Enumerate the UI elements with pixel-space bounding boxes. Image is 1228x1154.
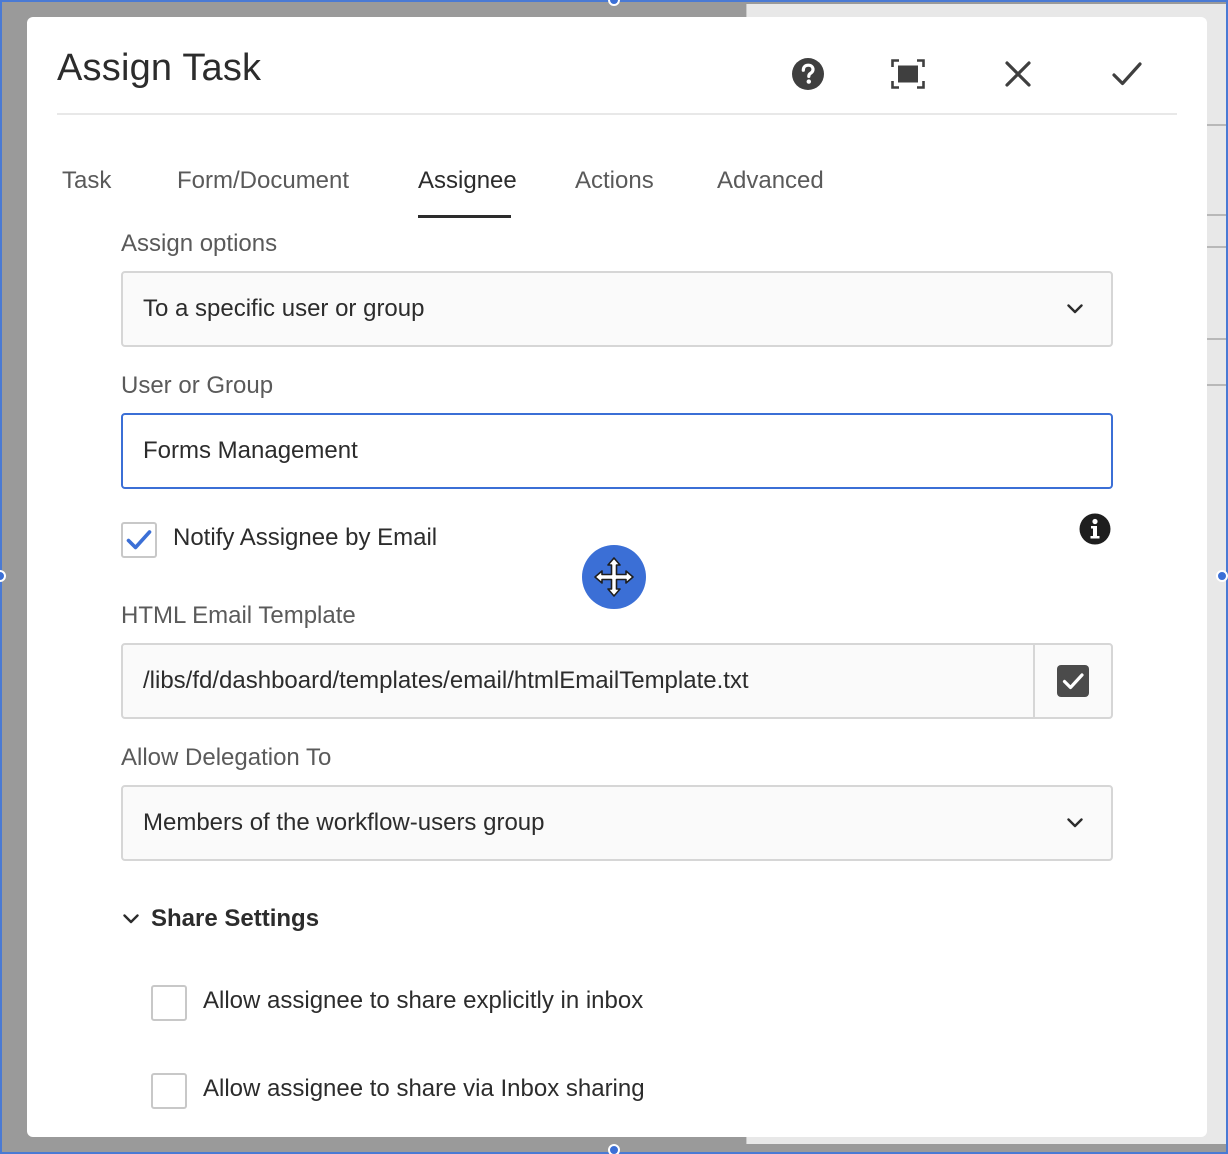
share-inbox-sharing-label: Allow assignee to share via Inbox sharin… [203, 1075, 645, 1102]
resize-handle-right[interactable] [1216, 570, 1228, 582]
fullscreen-icon [891, 59, 925, 89]
help-icon [792, 58, 824, 90]
move-arrows-icon [594, 557, 634, 597]
user-or-group-input[interactable]: Forms Management [121, 413, 1113, 489]
fullscreen-button[interactable] [885, 51, 931, 97]
tab-actions[interactable]: Actions [575, 167, 654, 195]
notify-email-checkbox[interactable] [121, 522, 157, 558]
chevron-down-icon [123, 914, 139, 924]
email-template-value: /libs/fd/dashboard/templates/email/htmlE… [143, 667, 749, 694]
tab-advanced[interactable]: Advanced [717, 167, 824, 195]
share-settings-toggle[interactable]: Share Settings [123, 905, 319, 933]
tab-task[interactable]: Task [62, 167, 111, 195]
share-explicit-label: Allow assignee to share explicitly in in… [203, 987, 644, 1014]
select-check-icon [1057, 665, 1089, 697]
user-or-group-value: Forms Management [143, 437, 358, 464]
header-divider [57, 113, 1177, 115]
assign-options-value: To a specific user or group [143, 295, 425, 322]
share-explicit-checkbox[interactable] [151, 985, 187, 1021]
close-button[interactable] [995, 51, 1041, 97]
checkmark-icon [126, 530, 152, 550]
notify-email-label: Notify Assignee by Email [173, 524, 438, 551]
delegation-select[interactable]: Members of the workflow-users group [121, 785, 1113, 861]
assign-task-dialog: Assign Task Task Form/Document Assignee … [27, 17, 1207, 1137]
active-tab-indicator [418, 215, 511, 218]
resize-handle-bottom[interactable] [608, 1144, 620, 1154]
chevron-down-icon [1067, 304, 1083, 314]
tab-assignee[interactable]: Assignee [418, 167, 517, 195]
delegation-label: Allow Delegation To [121, 744, 332, 771]
email-template-label: HTML Email Template [121, 602, 356, 629]
user-or-group-label: User or Group [121, 372, 274, 399]
delegation-value: Members of the workflow-users group [143, 809, 545, 836]
assign-options-label: Assign options [121, 230, 278, 257]
email-template-path-field[interactable]: /libs/fd/dashboard/templates/email/htmlE… [121, 643, 1113, 719]
info-icon[interactable] [1079, 513, 1111, 550]
checkmark-icon [1112, 62, 1142, 86]
move-handle[interactable] [582, 545, 646, 609]
close-icon [1005, 61, 1031, 87]
assign-options-select[interactable]: To a specific user or group [121, 271, 1113, 347]
dialog-title: Assign Task [57, 47, 262, 89]
tab-form-document[interactable]: Form/Document [177, 167, 349, 195]
chevron-down-icon [1067, 818, 1083, 828]
share-inbox-sharing-checkbox[interactable] [151, 1073, 187, 1109]
share-settings-title: Share Settings [151, 905, 320, 932]
path-browser-button[interactable] [1033, 645, 1111, 717]
help-button[interactable] [785, 51, 831, 97]
done-button[interactable] [1104, 51, 1150, 97]
